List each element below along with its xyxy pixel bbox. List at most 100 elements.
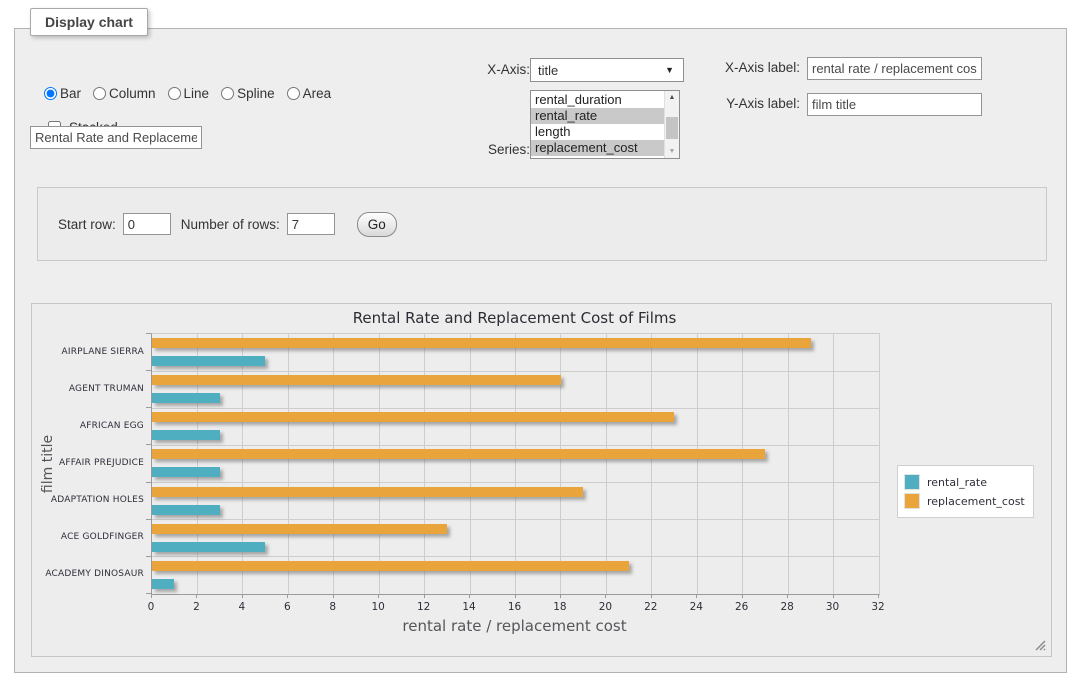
gridline-horizontal (152, 519, 879, 520)
chart-title: Rental Rate and Replacement Cost of Film… (151, 309, 878, 327)
x-tick (787, 594, 788, 598)
gridline-vertical (788, 334, 789, 594)
y-tick (146, 370, 151, 371)
x-tick (560, 594, 561, 598)
display-chart-fieldset: BarColumnLineSplineArea Stacked X-Axis: … (14, 28, 1067, 673)
gridline-vertical (697, 334, 698, 594)
bar-rental_rate (152, 356, 265, 366)
legend-swatch (904, 474, 920, 490)
y-tick (146, 407, 151, 408)
scrollbar-thumb[interactable] (666, 117, 678, 139)
start-row-label: Start row: (58, 217, 116, 232)
series-label: Series: (425, 142, 530, 157)
x-tick (742, 594, 743, 598)
page: Display chart Bar Column Line Spline Area St… (0, 0, 1081, 681)
gridline-horizontal (152, 371, 879, 372)
chart-x-axis-title: rental rate / replacement cost (151, 617, 878, 635)
x-tick-label: 26 (722, 601, 762, 613)
x-tick (287, 594, 288, 598)
legend-entry: rental_rate (904, 474, 1025, 490)
bar-replacement_cost (152, 524, 447, 534)
x-tick-label: 20 (585, 601, 625, 613)
y-axis-label-input[interactable] (807, 93, 982, 116)
y-tick (146, 593, 151, 594)
chart-type-radio-spline[interactable] (221, 87, 234, 100)
chart-legend: rental_rate replacement_cost (897, 465, 1034, 518)
y-tick (146, 482, 151, 483)
bar-rental_rate (152, 430, 220, 440)
bar-replacement_cost (152, 338, 811, 348)
y-tick (146, 333, 151, 334)
gridline-vertical (288, 334, 289, 594)
chart-title-input[interactable] (30, 126, 202, 149)
chart-type-label-area: Area (303, 86, 332, 101)
bar-replacement_cost (152, 487, 583, 497)
chart-type-label-spline: Spline (237, 86, 275, 101)
series-option-replacement_cost[interactable]: replacement_cost (531, 140, 665, 156)
x-tick (242, 594, 243, 598)
chart-plot (151, 333, 880, 595)
y-tick (146, 556, 151, 557)
x-axis-selected-value: title (538, 63, 558, 78)
chart-type-radio-group: Bar Column Line Spline Area (44, 86, 343, 101)
category-label: AIRPLANE SIERRA (32, 347, 144, 357)
x-tick (651, 594, 652, 598)
series-option-length[interactable]: length (531, 124, 665, 140)
x-tick-label: 14 (449, 601, 489, 613)
x-tick-label: 4 (222, 601, 262, 613)
x-tick-label: 22 (631, 601, 671, 613)
go-button[interactable]: Go (357, 212, 397, 237)
x-tick (424, 594, 425, 598)
x-tick-label: 30 (813, 601, 853, 613)
x-tick (151, 594, 152, 598)
gridline-horizontal (152, 556, 879, 557)
gridline-horizontal (152, 445, 879, 446)
gridline-vertical (424, 334, 425, 594)
chart-type-label-bar: Bar (60, 86, 81, 101)
chart-area: Rental Rate and Replacement Cost of Film… (31, 303, 1052, 657)
chart-type-radio-area[interactable] (287, 87, 300, 100)
x-tick-label: 12 (404, 601, 444, 613)
x-tick-label: 8 (313, 601, 353, 613)
resize-grip[interactable] (1033, 638, 1046, 651)
scroll-down-icon[interactable]: ▼ (665, 145, 679, 158)
gridline-vertical (470, 334, 471, 594)
x-tick-label: 32 (858, 601, 898, 613)
x-tick-label: 6 (267, 601, 307, 613)
x-tick (605, 594, 606, 598)
x-tick (833, 594, 834, 598)
gridline-vertical (606, 334, 607, 594)
x-axis-label-field-label: X-Axis label: (645, 60, 800, 75)
bar-rental_rate (152, 579, 174, 589)
chart-type-label-line: Line (184, 86, 210, 101)
bar-rental_rate (152, 505, 220, 515)
x-tick (515, 594, 516, 598)
bar-replacement_cost (152, 561, 629, 571)
gridline-vertical (560, 334, 561, 594)
fieldset-legend: Display chart (30, 8, 148, 36)
legend-swatch (904, 493, 920, 509)
x-tick-label: 24 (676, 601, 716, 613)
bar-rental_rate (152, 542, 265, 552)
gridline-vertical (333, 334, 334, 594)
x-axis-label-input[interactable] (807, 57, 982, 80)
chart-type-radio-line[interactable] (168, 87, 181, 100)
chart-type-radio-column[interactable] (93, 87, 106, 100)
x-axis-label: X-Axis: (435, 62, 530, 77)
x-tick (333, 594, 334, 598)
gridline-vertical (379, 334, 380, 594)
rows-fieldset: Start row: Number of rows: Go (37, 187, 1047, 261)
legend-label: replacement_cost (927, 495, 1025, 508)
x-tick (696, 594, 697, 598)
chart-type-label-column: Column (109, 86, 156, 101)
legend-label: rental_rate (927, 476, 987, 489)
y-axis-label-field-label: Y-Axis label: (645, 96, 800, 111)
bar-replacement_cost (152, 449, 765, 459)
bar-rental_rate (152, 393, 220, 403)
chart-type-radio-bar[interactable] (44, 87, 57, 100)
x-tick-label: 18 (540, 601, 580, 613)
start-row-input[interactable] (123, 213, 171, 235)
x-tick (878, 594, 879, 598)
num-rows-input[interactable] (287, 213, 335, 235)
x-tick-label: 2 (176, 601, 216, 613)
